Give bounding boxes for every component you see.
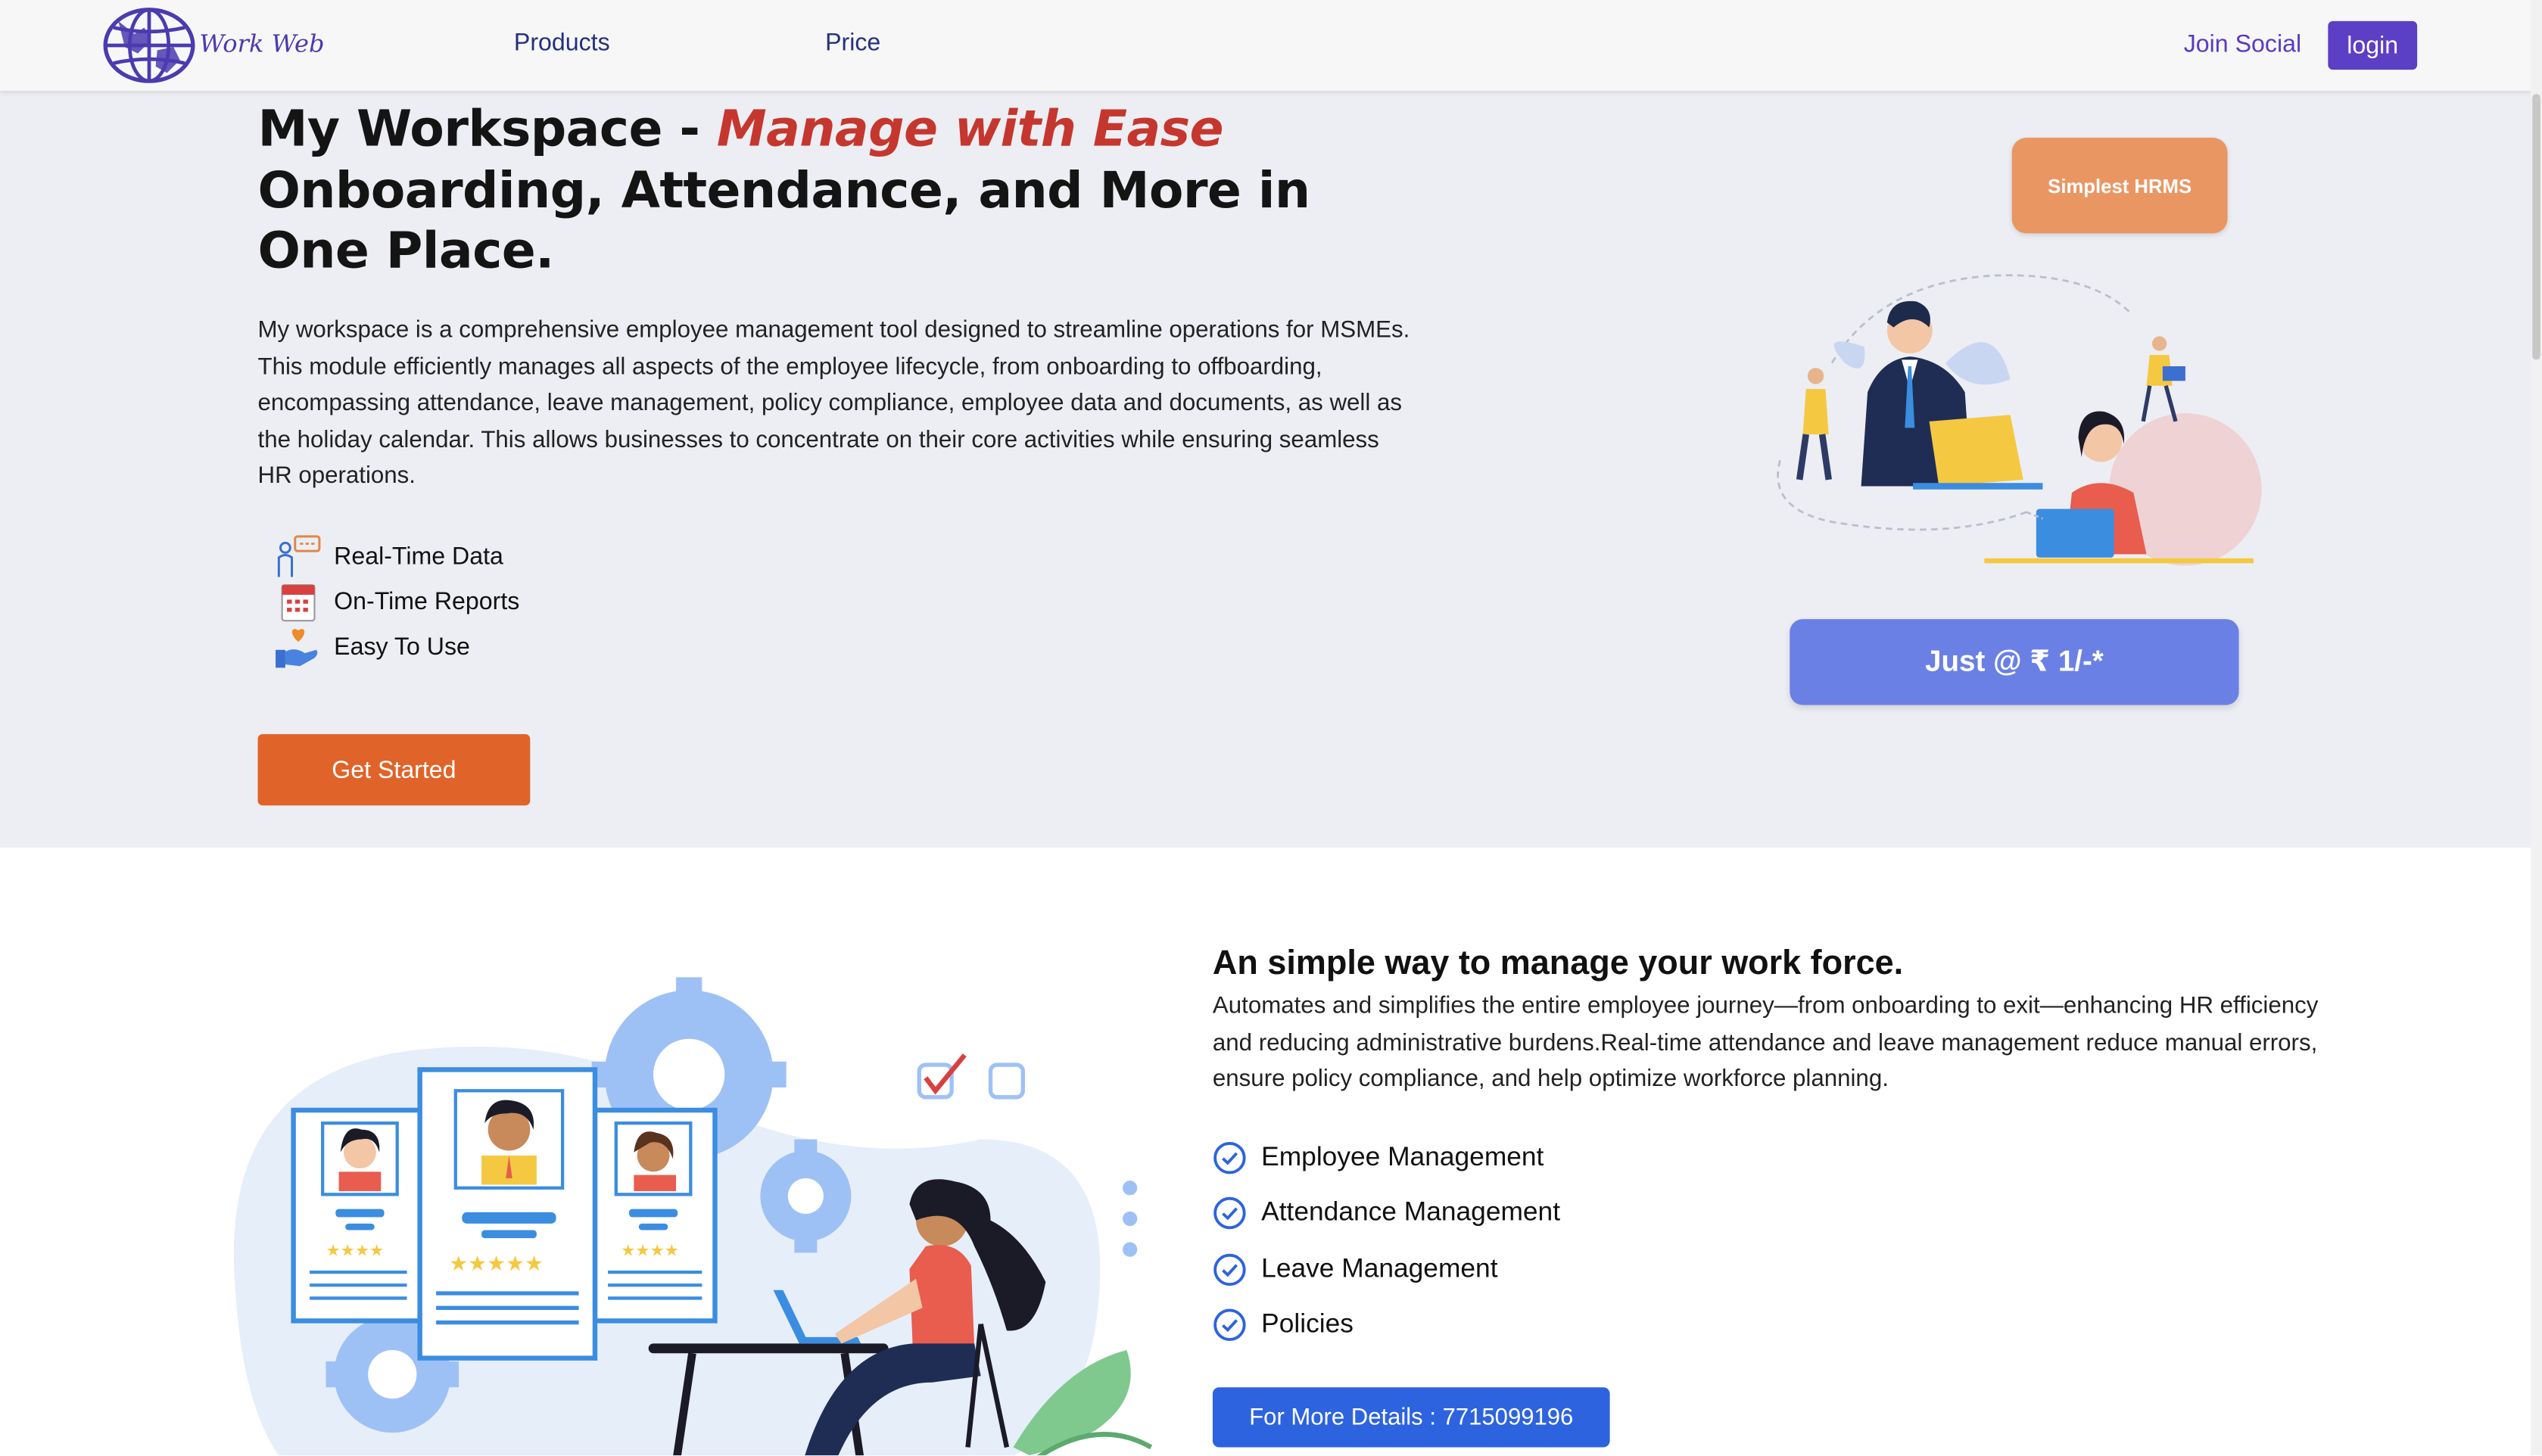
- feature-on-time-reports: On-Time Reports: [273, 579, 520, 624]
- login-button[interactable]: login: [2328, 20, 2418, 70]
- list-item-employee-management: Employee Management: [1213, 1137, 1544, 1176]
- hand-heart-icon: [273, 624, 321, 670]
- feature-label: On-Time Reports: [334, 587, 520, 615]
- feature-label: Real-Time Data: [334, 542, 503, 570]
- svg-text:★★★★★: ★★★★★: [449, 1251, 544, 1276]
- list-item-label: Employee Management: [1261, 1141, 1544, 1171]
- top-navbar: Work Web Products Price Join Social logi…: [0, 0, 2542, 91]
- brand-name: Work Web: [199, 29, 325, 59]
- join-social-link[interactable]: Join Social: [2184, 31, 2301, 58]
- feature-easy-to-use: Easy To Use: [273, 624, 470, 670]
- section-description: Automates and simplifies the entire empl…: [1212, 993, 2319, 1093]
- list-item-policies: Policies: [1213, 1305, 1354, 1343]
- hero-section: My Workspace - Manage with Ease Onboardi…: [0, 90, 2542, 848]
- calendar-icon: [273, 579, 321, 624]
- hero-title-prefix: My Workspace -: [257, 100, 717, 159]
- price-banner: Just @ ₹ 1/-*: [1790, 619, 2239, 705]
- feature-label: Easy To Use: [334, 633, 470, 661]
- list-item-label: Policies: [1261, 1308, 1354, 1338]
- hero-title-accent: Manage with Ease: [716, 100, 1224, 159]
- svg-text:★★★★: ★★★★: [326, 1242, 384, 1261]
- nav-products[interactable]: Products: [514, 30, 610, 57]
- svg-text:★★★★: ★★★★: [621, 1242, 679, 1261]
- check-circle-icon: [1213, 1252, 1246, 1286]
- hero-title-rest: Onboarding, Attendance, and More in One …: [257, 161, 1311, 281]
- section-title: An simple way to manage your work force.: [1212, 944, 1904, 982]
- hero-description: My workspace is a comprehensive employee…: [257, 317, 1410, 490]
- list-item-attendance-management: Attendance Management: [1213, 1193, 1560, 1231]
- simplest-hrms-badge: Simplest HRMS: [2011, 138, 2228, 234]
- list-item-leave-management: Leave Management: [1213, 1249, 1498, 1288]
- feature-real-time-data: Real-Time Data: [273, 534, 503, 579]
- hero-team-illustration: [1777, 274, 2262, 566]
- get-started-button[interactable]: Get Started: [257, 734, 531, 806]
- list-item-label: Leave Management: [1261, 1253, 1498, 1283]
- check-circle-icon: [1213, 1196, 1246, 1229]
- list-item-label: Attendance Management: [1261, 1196, 1561, 1227]
- check-circle-icon: [1213, 1140, 1246, 1174]
- workforce-illustration: ★★★★ ★★★★ ★★★★★: [233, 977, 1153, 1456]
- more-details-button[interactable]: For More Details : 7715099196: [1212, 1387, 1610, 1448]
- hero-title: My Workspace - Manage with Ease Onboardi…: [258, 101, 1393, 283]
- brand-logo[interactable]: Work Web: [102, 5, 325, 86]
- person-data-icon: [273, 534, 321, 579]
- nav-price[interactable]: Price: [825, 30, 880, 57]
- scrollbar-thumb[interactable]: [2532, 94, 2540, 360]
- workforce-section: ★★★★ ★★★★ ★★★★★ An simple way to manage …: [0, 848, 2542, 1456]
- globe-icon: [103, 8, 195, 83]
- check-circle-icon: [1213, 1308, 1246, 1340]
